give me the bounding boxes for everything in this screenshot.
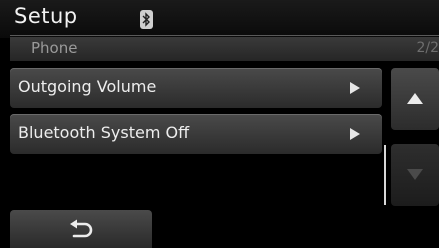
triangle-up-icon <box>407 93 423 104</box>
play-arrow-icon <box>350 128 360 140</box>
list-item-label: Bluetooth System Off <box>18 123 190 142</box>
bluetooth-icon <box>140 10 153 29</box>
scrollbar[interactable] <box>384 145 386 205</box>
section-header: Phone 2/2 <box>10 37 439 61</box>
header-divider <box>10 35 439 36</box>
scroll-up-button[interactable] <box>391 68 439 130</box>
back-button[interactable] <box>10 210 152 248</box>
setup-screen: Setup Phone 2/2 Outgoing Volume Bluetoot… <box>0 0 439 248</box>
list-item-bluetooth-system-off[interactable]: Bluetooth System Off <box>10 114 382 154</box>
scroll-down-button[interactable] <box>391 144 439 206</box>
settings-list: Outgoing Volume Bluetooth System Off <box>10 64 382 204</box>
play-arrow-icon <box>350 82 360 94</box>
page-indicator: 2/2 <box>416 40 439 56</box>
list-item-label: Outgoing Volume <box>18 77 157 96</box>
list-item-outgoing-volume[interactable]: Outgoing Volume <box>10 68 382 108</box>
triangle-down-icon <box>407 169 423 180</box>
page-title: Setup <box>14 4 78 28</box>
section-title: Phone <box>31 39 78 57</box>
header-bar: Setup <box>0 0 439 38</box>
back-arrow-icon <box>70 219 93 238</box>
